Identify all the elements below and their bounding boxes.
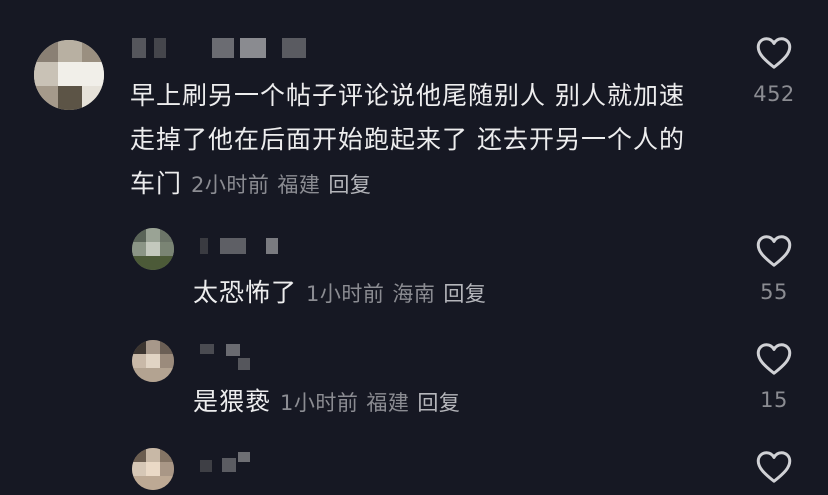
username-blurred[interactable] [132, 38, 312, 58]
like-count: 55 [760, 280, 788, 304]
reply-button[interactable]: 回复 [417, 391, 460, 415]
comment-meta: 2小时前 福建 回复 [191, 173, 379, 197]
comment-text: 是猥亵 [193, 387, 272, 416]
avatar[interactable] [132, 228, 174, 270]
comment-text: 太恐怖了 [193, 278, 298, 307]
username-blurred[interactable] [200, 452, 260, 474]
reply-button[interactable]: 回复 [328, 173, 371, 197]
comment-item: 早上刷另一个帖子评论说他尾随别人 别人就加速 走掉了他在后面开始跑起来了 还去开… [0, 0, 828, 210]
like-button[interactable]: 452 [744, 36, 804, 106]
like-button[interactable]: 55 [744, 234, 804, 304]
like-count: 15 [760, 388, 788, 412]
comment-location: 福建 [366, 391, 410, 415]
comment-text-line-with-meta: 车门 2小时前 福建 回复 [130, 162, 685, 207]
reply-text-line: 是猥亵 1小时前 福建 回复 [193, 380, 468, 425]
avatar[interactable] [132, 448, 174, 490]
comment-time: 2小时前 [190, 173, 270, 197]
heart-outline-icon [756, 37, 792, 69]
avatar[interactable] [132, 340, 174, 382]
reply-button[interactable]: 回复 [443, 282, 486, 306]
comment-meta: 1小时前 福建 回复 [280, 391, 468, 415]
comment-time: 1小时前 [305, 282, 385, 306]
username-blurred[interactable] [200, 238, 290, 254]
comment-location: 福建 [277, 173, 321, 197]
heart-outline-icon [756, 451, 792, 483]
comment-time: 1小时前 [279, 391, 359, 415]
comment-text: 早上刷另一个帖子评论说他尾随别人 别人就加速 走掉了他在后面开始跑起来了 还去开… [130, 74, 685, 207]
like-button[interactable]: 15 [744, 342, 804, 412]
username-blurred[interactable] [200, 344, 260, 370]
comment-text-line: 走掉了他在后面开始跑起来了 还去开另一个人的 [130, 125, 685, 154]
comment-location: 海南 [392, 282, 436, 306]
like-count: 452 [753, 82, 795, 106]
comment-meta: 1小时前 海南 回复 [306, 282, 494, 306]
heart-outline-icon [756, 235, 792, 267]
reply-item: 太恐怖了 1小时前 海南 回复 55 [0, 220, 828, 320]
comment-text-line: 早上刷另一个帖子评论说他尾随别人 别人就加速 [130, 81, 685, 110]
heart-outline-icon [756, 343, 792, 375]
reply-text-line: 太恐怖了 1小时前 海南 回复 [193, 271, 494, 316]
like-button[interactable] [744, 450, 804, 484]
reply-item [0, 440, 828, 495]
reply-item: 是猥亵 1小时前 福建 回复 15 [0, 330, 828, 430]
comment-text-tail: 车门 [130, 169, 183, 198]
avatar[interactable] [34, 40, 104, 110]
